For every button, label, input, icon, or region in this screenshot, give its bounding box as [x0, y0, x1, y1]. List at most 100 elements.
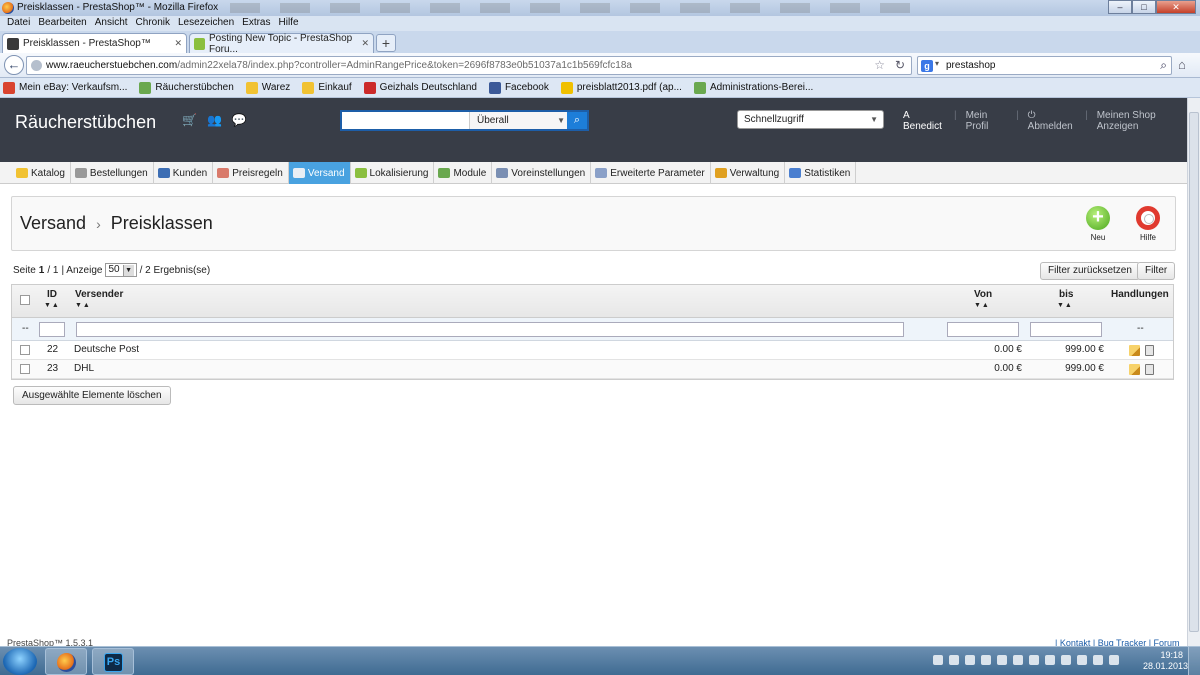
site-identity-icon[interactable]	[31, 60, 42, 71]
table-row[interactable]: 22 Deutsche Post 0.00 € 999.00 €	[12, 341, 1173, 360]
admin-search[interactable]: Überall ▼ ⌕	[340, 110, 589, 131]
search-engine-dropdown-icon[interactable]: ▾	[935, 59, 939, 68]
bookmark-facebook[interactable]: Facebook	[488, 81, 549, 94]
menu-extras[interactable]: Extras	[239, 16, 273, 31]
bookmark-folder-einkauf[interactable]: Einkauf	[302, 81, 352, 94]
filter-to-input[interactable]	[1030, 322, 1102, 337]
shop-name[interactable]: Räucherstübchen	[15, 112, 156, 133]
tab-verwaltung[interactable]: Verwaltung	[711, 162, 786, 184]
bookmark-raeucherstuebchen[interactable]: Räucherstübchen	[139, 81, 234, 94]
tray-app-icon[interactable]	[1061, 655, 1071, 665]
filter-from-input[interactable]	[947, 322, 1019, 337]
sort-carrier-icon[interactable]: ▼▲	[75, 302, 91, 309]
taskbar-firefox[interactable]	[45, 648, 87, 675]
tab-preisregeln[interactable]: Preisregeln	[213, 162, 289, 184]
url-bar[interactable]: www.raeucherstuebchen.com/admin22xela78/…	[26, 56, 912, 75]
close-button[interactable]: ✕	[1156, 0, 1196, 14]
row-checkbox[interactable]	[20, 364, 30, 374]
search-button[interactable]: ⌕	[567, 112, 587, 129]
browser-tab-preisklassen[interactable]: Preisklassen - PrestaShop™ ✕	[2, 33, 187, 53]
bookmark-ebay[interactable]: Mein eBay: Verkaufsm...	[3, 81, 127, 94]
show-desktop-button[interactable]	[1188, 647, 1200, 675]
sort-id-icon[interactable]: ▼▲	[44, 302, 60, 309]
tab-bestellungen[interactable]: Bestellungen	[71, 162, 154, 184]
search-bar[interactable]: g ▾ prestashop ⌕	[917, 56, 1172, 75]
tab-erweiterte-parameter[interactable]: Erweiterte Parameter	[591, 162, 711, 184]
sort-from-icon[interactable]: ▼▲	[974, 302, 990, 309]
tray-shield-icon[interactable]	[949, 655, 959, 665]
edit-icon[interactable]	[1129, 345, 1140, 356]
reset-filter-button[interactable]: Filter zurücksetzen	[1040, 262, 1140, 280]
reload-icon[interactable]: ↻	[895, 58, 905, 72]
tab-module[interactable]: Module	[434, 162, 493, 184]
menu-chronik[interactable]: Chronik	[133, 16, 173, 31]
bookmark-administration[interactable]: Administrations-Berei...	[693, 81, 813, 94]
select-all-checkbox[interactable]	[20, 295, 30, 305]
view-shop-link[interactable]: Meinen Shop Anzeigen	[1097, 110, 1187, 132]
facebook-icon	[488, 81, 501, 94]
action-center-flag-icon[interactable]	[1109, 655, 1119, 665]
bluetooth-icon[interactable]	[1029, 655, 1039, 665]
row-checkbox[interactable]	[20, 345, 30, 355]
tray-nvidia-icon[interactable]	[1013, 655, 1023, 665]
tab-voreinstellungen[interactable]: Voreinstellungen	[492, 162, 592, 184]
cart-icon[interactable]: 🛒	[182, 113, 197, 127]
scrollbar-thumb[interactable]	[1189, 112, 1199, 632]
tab-katalog[interactable]: Katalog	[12, 162, 71, 184]
tab-versand[interactable]: Versand	[288, 162, 351, 184]
tray-antivirus-icon[interactable]	[981, 655, 991, 665]
quick-access-select[interactable]: Schnellzugriff ▼	[737, 110, 884, 129]
taskbar-photoshop[interactable]: Ps	[92, 648, 134, 675]
menu-datei[interactable]: Datei	[4, 16, 33, 31]
menu-ansicht[interactable]: Ansicht	[92, 16, 131, 31]
google-icon[interactable]: g	[921, 60, 933, 72]
messages-icon[interactable]: 💬	[232, 113, 247, 127]
filter-button[interactable]: Filter	[1137, 262, 1176, 280]
filter-id-input[interactable]	[39, 322, 65, 337]
filter-carrier-input[interactable]	[76, 322, 904, 337]
bookmark-folder-warez[interactable]: Warez	[245, 81, 290, 94]
browser-tab-forum[interactable]: Posting New Topic - PrestaShop Foru... ✕	[189, 33, 374, 55]
delete-icon[interactable]	[1145, 364, 1154, 375]
menu-hilfe[interactable]: Hilfe	[276, 16, 302, 31]
minimize-button[interactable]: –	[1108, 0, 1132, 14]
search-scope-select[interactable]: Überall ▼	[469, 112, 569, 129]
tab-kunden[interactable]: Kunden	[154, 162, 214, 184]
delete-icon[interactable]	[1145, 345, 1154, 356]
maximize-button[interactable]: □	[1132, 0, 1156, 14]
sort-to-icon[interactable]: ▼▲	[1057, 302, 1073, 309]
tray-chrome-icon[interactable]	[965, 655, 975, 665]
network-icon[interactable]	[1077, 655, 1087, 665]
per-page-select[interactable]: 50 ▼	[105, 263, 137, 277]
photoshop-icon: Ps	[104, 653, 123, 672]
tab-statistiken[interactable]: Statistiken	[785, 162, 857, 184]
menu-bearbeiten[interactable]: Bearbeiten	[35, 16, 89, 31]
new-button[interactable]: + Neu	[1078, 206, 1118, 242]
help-button[interactable]: Hilfe	[1128, 206, 1168, 242]
back-button[interactable]: ←	[4, 55, 24, 75]
table-row[interactable]: 23 DHL 0.00 € 999.00 €	[12, 360, 1173, 379]
new-tab-button[interactable]: +	[376, 34, 396, 52]
menu-lesezeichen[interactable]: Lesezeichen	[175, 16, 237, 31]
bookmark-star-icon[interactable]: ☆	[874, 58, 885, 72]
breadcrumb-parent[interactable]: Versand	[20, 213, 86, 234]
tray-app-icon[interactable]	[997, 655, 1007, 665]
tab-close-icon[interactable]: ✕	[361, 38, 369, 49]
logout-link[interactable]: ⏻ Abmelden	[1028, 110, 1076, 132]
vertical-scrollbar[interactable]	[1187, 98, 1200, 646]
tab-lokalisierung[interactable]: Lokalisierung	[351, 162, 435, 184]
system-clock[interactable]: 19:18 28.01.2013	[1143, 650, 1188, 672]
search-icon[interactable]: ⌕	[1160, 58, 1167, 73]
bookmark-geizhals[interactable]: Geizhals Deutschland	[363, 81, 477, 94]
tray-app-icon[interactable]	[1045, 655, 1055, 665]
start-button[interactable]	[3, 648, 37, 675]
customers-icon[interactable]: 👥	[207, 113, 222, 127]
volume-icon[interactable]	[1093, 655, 1103, 665]
my-profile-link[interactable]: Mein Profil	[966, 110, 1007, 132]
home-icon[interactable]: ⌂	[1178, 57, 1186, 72]
tab-close-icon[interactable]: ✕	[174, 38, 182, 49]
tray-app-icon[interactable]	[933, 655, 943, 665]
bookmark-preisblatt[interactable]: preisblatt2013.pdf (ap...	[560, 81, 682, 94]
delete-selected-button[interactable]: Ausgewählte Elemente löschen	[13, 386, 171, 405]
edit-icon[interactable]	[1129, 364, 1140, 375]
